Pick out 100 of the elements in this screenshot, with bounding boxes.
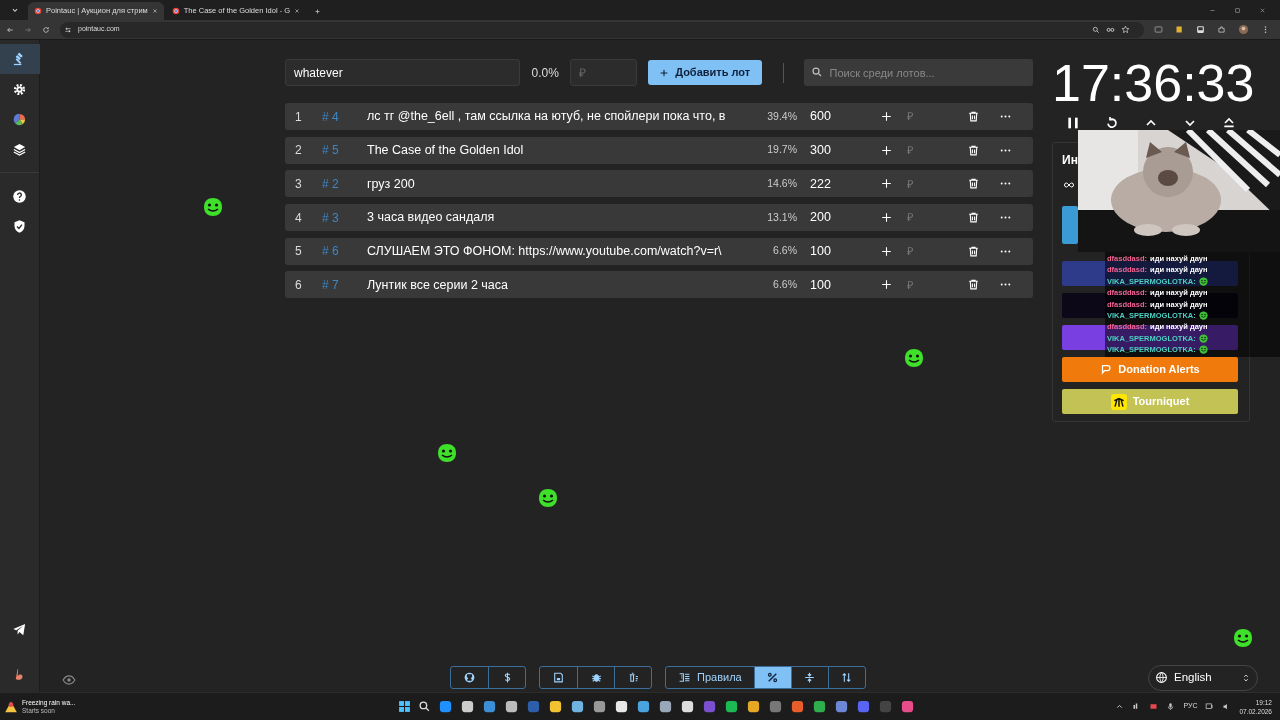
infinity-icon: [1062, 179, 1076, 191]
microphone-icon[interactable]: [1166, 702, 1176, 711]
sidebar-item[interactable]: [0, 44, 40, 74]
lot-percent: 6.6%: [772, 243, 797, 259]
rules-icon: [678, 671, 691, 684]
pause-icon[interactable]: [1065, 115, 1081, 131]
frog-emote-icon: [435, 441, 459, 465]
lot-id: # 6: [321, 243, 340, 261]
frog-emote-icon: [1231, 626, 1255, 650]
trash-icon[interactable]: [967, 211, 980, 225]
integration-button[interactable]: [1062, 261, 1238, 286]
globe-icon: [1155, 671, 1168, 684]
app-icon[interactable]: [592, 699, 607, 714]
trash-icon[interactable]: [967, 177, 980, 191]
lot-name: СЛУШАЕМ ЭТО ФОНОМ: https://www.youtube.com/watch?v=r\: [367, 242, 723, 260]
plus-icon[interactable]: [880, 244, 893, 258]
lot-row[interactable]: 1 # 4 лс тг @the_6ell , там ссылка на ютуб, не спойлери пока что, в 39.4% 600 ₽: [285, 103, 1033, 130]
reload-icon[interactable]: [42, 25, 50, 34]
search-field[interactable]: Поиск среди лотов...: [803, 59, 1033, 86]
new-tab-icon[interactable]: [314, 8, 322, 15]
app-icon[interactable]: [460, 699, 475, 714]
app-icon[interactable]: [570, 699, 585, 714]
app-icon[interactable]: [724, 699, 739, 714]
maximize-icon[interactable]: [1234, 7, 1241, 14]
minimize-icon[interactable]: [1209, 7, 1216, 14]
timer-text: 17:36:33: [1052, 55, 1250, 111]
lot-row[interactable]: 3 # 2 груз 200 14.6% 222 ₽: [285, 170, 1033, 198]
app-icon[interactable]: [658, 699, 673, 714]
emote-icon: [1198, 276, 1208, 286]
app-icon[interactable]: [504, 699, 519, 714]
lot-row[interactable]: 6 # 7 Лунтик все серии 2 часа 6.6% 100 ₽: [285, 271, 1033, 299]
row-index: 6: [294, 276, 303, 294]
emote-icon: [1198, 345, 1208, 355]
frog-emote-icon: [902, 346, 926, 370]
amount-field[interactable]: ₽: [569, 59, 637, 86]
plus-icon: [659, 67, 670, 78]
emote-icon: [1198, 311, 1208, 321]
start-icon[interactable]: [398, 700, 411, 713]
extension-icon[interactable]: [1196, 25, 1205, 34]
trash-icon[interactable]: [967, 143, 980, 157]
add-lot-button[interactable]: Добавить лот: [647, 60, 762, 85]
frog-emote-icon: [536, 486, 560, 510]
app-icon[interactable]: [614, 699, 629, 714]
lot-name-field[interactable]: whatever: [285, 59, 521, 86]
lot-percent: 39.4%: [766, 108, 797, 124]
close-icon[interactable]: [294, 8, 301, 14]
lot-row[interactable]: 2 # 5 The Case of the Golden Idol 19.7% 300 ₽: [285, 136, 1033, 164]
layers-icon: [12, 141, 27, 157]
close-icon[interactable]: [1259, 7, 1266, 14]
plus-icon[interactable]: [880, 143, 893, 157]
help-icon: [12, 188, 27, 204]
eye-icon[interactable]: [62, 673, 76, 687]
lot-amount: 200: [809, 209, 832, 227]
app-icon[interactable]: [812, 699, 827, 714]
panel-title: Ин: [1062, 152, 1079, 169]
telegram-icon[interactable]: [12, 622, 27, 637]
lot-id: # 7: [321, 276, 340, 294]
plus-icon[interactable]: [880, 177, 893, 191]
app-icon[interactable]: [636, 699, 651, 714]
search-icon: [810, 66, 823, 78]
app-icon[interactable]: [746, 699, 761, 714]
profile-avatar-icon[interactable]: [1238, 24, 1249, 35]
lot-name: 3 часа видео сандаля: [367, 209, 496, 227]
trash-icon[interactable]: [967, 278, 980, 292]
tray-icon[interactable]: [1149, 702, 1159, 711]
lot-name: Лунтик все серии 2 часа: [367, 276, 509, 294]
back-icon[interactable]: [6, 25, 14, 34]
row-index: 5: [294, 243, 303, 261]
collapse-icon: [803, 671, 817, 684]
plus-icon[interactable]: [880, 278, 893, 292]
network-icon[interactable]: [1205, 702, 1215, 711]
app-icon[interactable]: [680, 699, 695, 714]
plus-icon[interactable]: [880, 211, 893, 225]
lot-id: # 4: [321, 108, 340, 126]
favicon-icon: [34, 7, 42, 15]
app-icon[interactable]: [548, 699, 563, 714]
close-icon[interactable]: [151, 8, 158, 14]
zoom-icon[interactable]: [1092, 25, 1100, 34]
extension-icon[interactable]: [1175, 25, 1184, 34]
trash-icon[interactable]: [967, 244, 980, 258]
reset-icon[interactable]: [1104, 115, 1120, 131]
bookmark-star-icon[interactable]: [1121, 25, 1130, 34]
plus-icon[interactable]: [880, 110, 893, 123]
trash-icon[interactable]: [967, 110, 980, 123]
lot-amount: 600: [809, 108, 832, 126]
lot-name: груз 200: [367, 175, 416, 193]
site-info-icon[interactable]: [64, 25, 72, 34]
percent-button[interactable]: [753, 667, 791, 688]
search-icon[interactable]: [418, 700, 431, 713]
lot-amount: 100: [809, 276, 832, 294]
warning-icon: [4, 699, 18, 714]
row-index: 1: [294, 108, 303, 126]
shield-check-icon: [12, 218, 27, 234]
lot-row[interactable]: 5 # 6 СЛУШАЕМ ЭТО ФОНОМ: https://www.youtube.com/watch?v=r\ 6.6% 100 ₽: [285, 237, 1033, 265]
chevron-up-icon[interactable]: [1115, 702, 1125, 711]
emote-icon: [1198, 333, 1208, 343]
lot-id: # 2: [321, 175, 340, 193]
lot-row[interactable]: 4 # 3 3 часа видео сандаля 13.1% 200 ₽: [285, 204, 1033, 232]
lot-percent: 6.6%: [772, 277, 797, 293]
rules-button[interactable]: Правила: [666, 667, 754, 688]
